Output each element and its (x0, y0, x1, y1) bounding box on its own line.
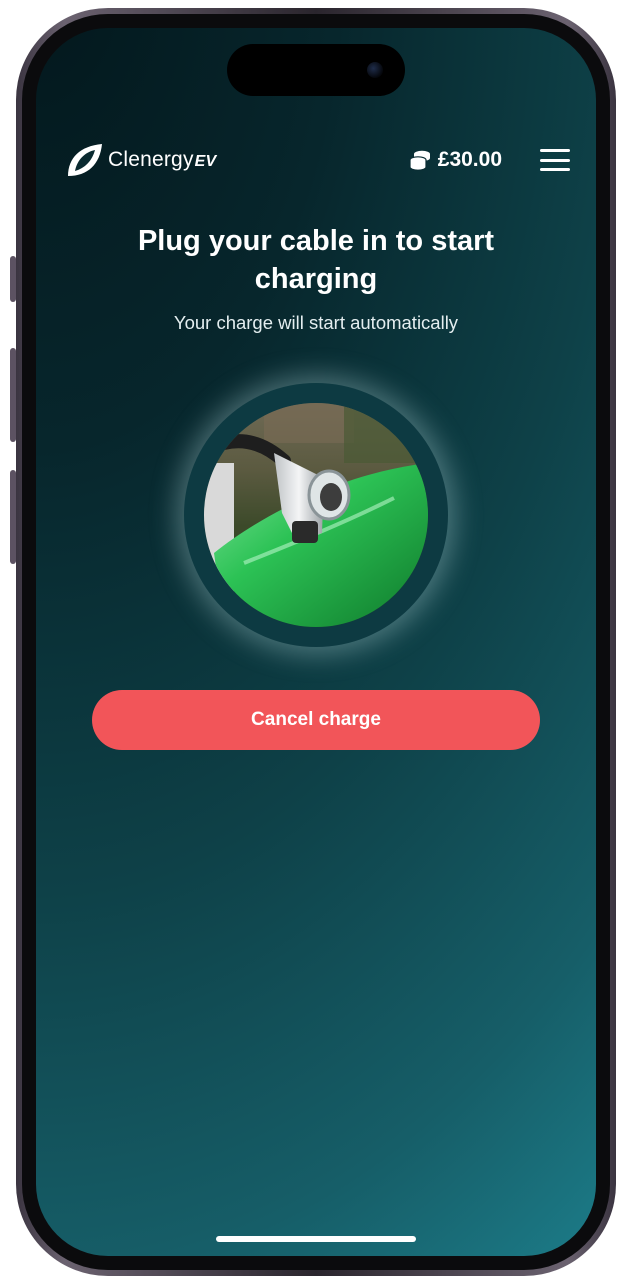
balance-amount: £30.00 (437, 148, 502, 171)
charger-image-frame (184, 383, 448, 647)
logo-ev-suffix: EV (194, 153, 217, 170)
page-title: Plug your cable in to start charging (137, 225, 495, 295)
cancel-charge-button[interactable]: Cancel charge (92, 690, 540, 750)
volume-down-button (10, 470, 16, 564)
phone-frame: ClenergyEV £30.00 Plug your cable in to … (10, 8, 616, 1276)
coins-icon (409, 150, 430, 171)
front-camera (367, 62, 383, 78)
page-subtitle: Your charge will start automatically (173, 312, 459, 333)
app-screen: ClenergyEV £30.00 Plug your cable in to … (36, 28, 596, 1256)
dynamic-island (227, 44, 405, 96)
logo-wordmark: ClenergyEV (108, 148, 217, 171)
volume-up-button (10, 348, 16, 442)
home-indicator[interactable] (216, 1236, 416, 1242)
action-button (10, 256, 16, 302)
leaf-logo-icon (68, 144, 102, 176)
clenergy-logo[interactable]: ClenergyEV (62, 138, 216, 182)
app-header: ClenergyEV £30.00 (36, 128, 596, 192)
hamburger-menu-icon[interactable] (540, 149, 570, 171)
ev-charger-plug-image (204, 403, 428, 627)
wallet-balance[interactable]: £30.00 (408, 148, 502, 172)
